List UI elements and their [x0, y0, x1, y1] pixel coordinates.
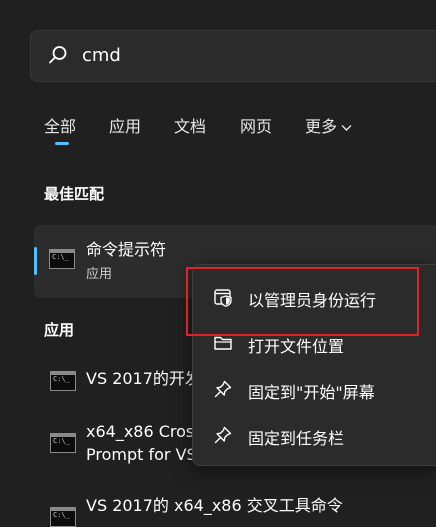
folder-icon — [214, 336, 232, 350]
selection-accent — [34, 247, 37, 275]
best-match-subtitle: 应用 — [86, 267, 113, 282]
tab-more-label: 更多 — [305, 117, 338, 136]
list-item[interactable]: C:\_ VS 2017的 x64_x86 交叉工具命令 — [44, 494, 436, 527]
pin-icon — [214, 380, 232, 398]
annotation-highlight-box — [186, 267, 419, 336]
chevron-down-icon — [341, 124, 352, 131]
cmd-icon: C:\_ — [50, 507, 76, 527]
cmd-icon: C:\_ — [50, 371, 76, 391]
search-box[interactable]: cmd — [30, 30, 436, 82]
cmd-icon: C:\_ — [49, 249, 75, 269]
menu-item-pin-taskbar[interactable]: 固定到任务栏 — [193, 413, 436, 457]
apps-heading: 应用 — [44, 321, 75, 339]
search-icon — [49, 46, 67, 64]
tab-apps[interactable]: 应用 — [109, 113, 141, 137]
cmd-icon: C:\_ — [50, 433, 76, 453]
best-match-heading: 最佳匹配 — [44, 185, 105, 203]
search-input[interactable]: cmd — [82, 45, 121, 66]
menu-item-pin-start[interactable]: 固定到"开始"屏幕 — [193, 367, 436, 411]
menu-item-label: 打开文件位置 — [248, 337, 345, 356]
app-item-label: VS 2017的 x64_x86 交叉工具命令 — [86, 496, 343, 515]
pin-icon — [214, 426, 232, 444]
tab-web[interactable]: 网页 — [240, 113, 272, 137]
tab-all[interactable]: 全部 — [44, 113, 76, 137]
best-match-title: 命令提示符 — [86, 240, 167, 259]
menu-item-label: 固定到"开始"屏幕 — [248, 383, 375, 402]
tab-more[interactable]: 更多 — [305, 113, 352, 137]
active-tab-indicator — [55, 142, 69, 145]
tab-documents[interactable]: 文档 — [174, 113, 206, 137]
menu-item-label: 固定到任务栏 — [248, 429, 345, 448]
